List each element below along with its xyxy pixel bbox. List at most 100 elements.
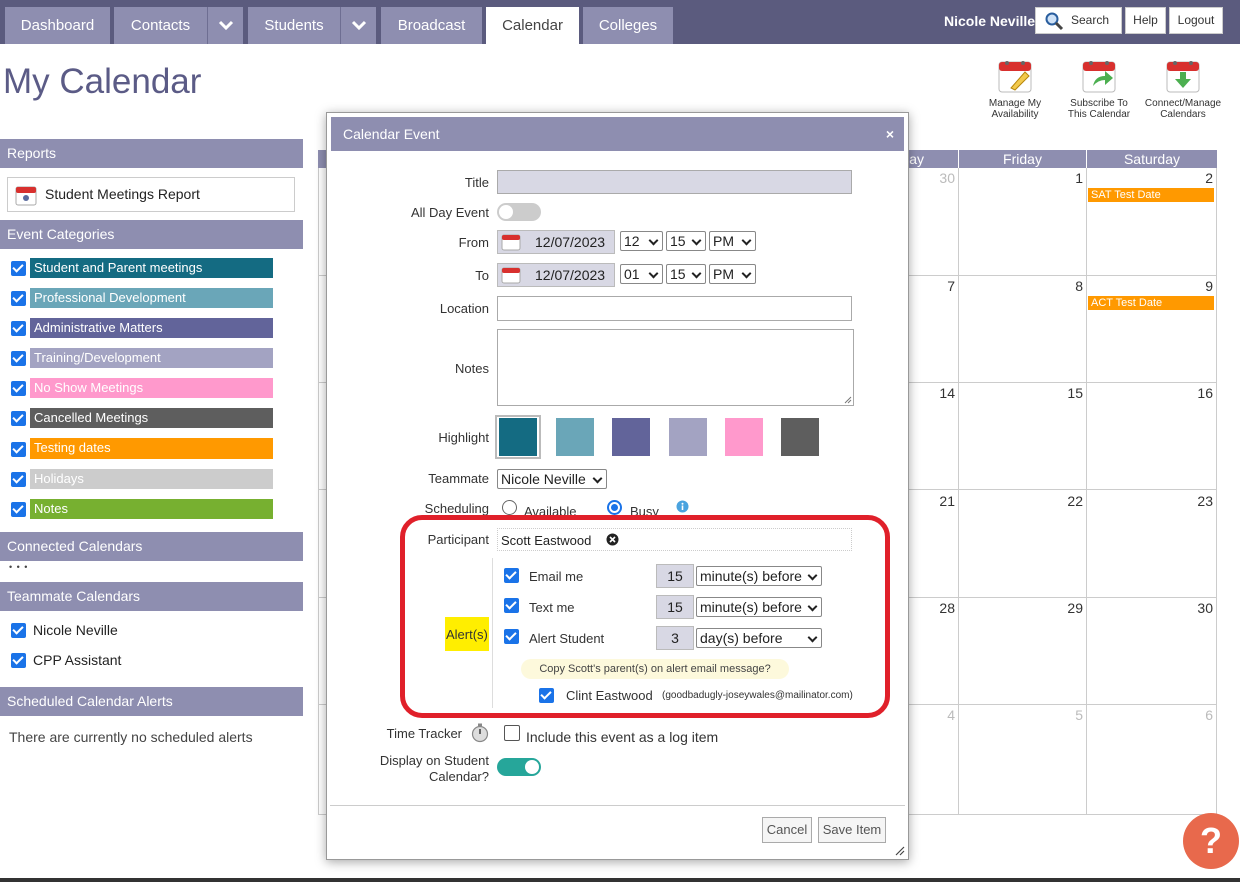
highlight-swatch-indigo[interactable]	[612, 418, 650, 456]
close-icon[interactable]: ×	[886, 117, 894, 151]
teammate-checkbox[interactable]	[11, 653, 26, 668]
tab-broadcast[interactable]: Broadcast	[381, 7, 482, 44]
day-number[interactable]: 1	[1053, 170, 1083, 186]
manage-availability-button[interactable]: Manage My Availability	[975, 58, 1055, 120]
student-meetings-report-link[interactable]: Student Meetings Report	[7, 177, 295, 212]
category-label: Professional Development	[30, 288, 273, 308]
available-radio[interactable]	[502, 500, 517, 515]
students-dropdown-button[interactable]	[340, 7, 376, 44]
search-label: Search	[1071, 13, 1110, 27]
subscribe-label-2: This Calendar	[1067, 109, 1131, 120]
display-student-calendar-toggle[interactable]	[497, 758, 541, 776]
tab-colleges[interactable]: Colleges	[583, 7, 673, 44]
category-checkbox[interactable]	[11, 321, 26, 336]
calendar-icon	[501, 233, 521, 257]
to-label: To	[475, 268, 489, 283]
tab-dashboard[interactable]: Dashboard	[5, 7, 110, 44]
teammate-checkbox[interactable]	[11, 623, 26, 638]
contacts-dropdown-button[interactable]	[207, 7, 243, 44]
chevron-down-icon	[218, 20, 234, 30]
connect-label-2: Calendars	[1160, 109, 1206, 120]
day-number[interactable]: 2	[1183, 170, 1213, 186]
from-hour-select[interactable]: 12	[620, 231, 663, 251]
day-number[interactable]: 30	[1183, 600, 1213, 616]
day-number[interactable]: 9	[1183, 278, 1213, 294]
to-date-input[interactable]: 12/07/2023	[497, 263, 615, 287]
day-number[interactable]: 23	[1183, 493, 1213, 509]
search-button[interactable]: Search	[1035, 7, 1122, 34]
connected-calendars-more[interactable]: • • •	[9, 562, 28, 572]
dialog-resize-icon[interactable]	[895, 846, 905, 856]
reports-header: Reports	[0, 139, 303, 168]
highlight-swatch-gray[interactable]	[781, 418, 819, 456]
info-icon[interactable]	[676, 500, 689, 513]
highlight-swatch-light-teal[interactable]	[556, 418, 594, 456]
location-input[interactable]	[497, 296, 852, 321]
time-tracker-checkbox[interactable]	[504, 725, 520, 741]
category-checkbox[interactable]	[11, 411, 26, 426]
help-button[interactable]: Help	[1125, 7, 1166, 34]
day-number[interactable]: 29	[1053, 600, 1083, 616]
busy-radio[interactable]	[607, 500, 622, 515]
to-ampm-select[interactable]: PM	[709, 264, 756, 284]
day-number[interactable]: 4	[925, 707, 955, 723]
day-number[interactable]: 21	[925, 493, 955, 509]
day-number[interactable]: 6	[1183, 707, 1213, 723]
highlight-swatch-lavender[interactable]	[669, 418, 707, 456]
highlight-swatch-teal[interactable]	[499, 418, 537, 456]
to-date-value: 12/07/2023	[535, 267, 606, 283]
cancel-button[interactable]: Cancel	[762, 817, 812, 843]
category-checkbox[interactable]	[11, 502, 26, 517]
to-hour-select[interactable]: 01	[620, 264, 663, 284]
day-number[interactable]: 16	[1183, 385, 1213, 401]
day-number[interactable]: 28	[925, 600, 955, 616]
category-checkbox[interactable]	[11, 291, 26, 306]
day-number[interactable]: 8	[1053, 278, 1083, 294]
time-tracker-label: Time Tracker	[386, 726, 462, 741]
subscribe-calendar-button[interactable]: Subscribe To This Calendar	[1059, 58, 1139, 120]
help-question-icon[interactable]: ?	[1183, 813, 1239, 869]
title-input[interactable]	[497, 170, 852, 194]
toggle-knob	[499, 205, 513, 219]
calendar-share-icon	[1081, 58, 1117, 94]
top-nav: Dashboard Contacts Students Broadcast Ca…	[0, 0, 1240, 44]
tab-students[interactable]: Students	[248, 7, 340, 44]
day-number[interactable]: 15	[1053, 385, 1083, 401]
calendar-report-icon	[15, 184, 37, 218]
category-checkbox[interactable]	[11, 381, 26, 396]
category-checkbox[interactable]	[11, 351, 26, 366]
current-user-name[interactable]: Nicole Neville	[944, 13, 1035, 29]
day-number[interactable]: 5	[1053, 707, 1083, 723]
calendar-download-icon	[1165, 58, 1201, 94]
tab-contacts[interactable]: Contacts	[114, 7, 207, 44]
grid-line	[1216, 168, 1217, 815]
category-checkbox[interactable]	[11, 472, 26, 487]
time-tracker-text: Include this event as a log item	[526, 729, 719, 745]
logout-button[interactable]: Logout	[1169, 7, 1223, 34]
category-checkbox[interactable]	[11, 261, 26, 276]
calendar-header-saturday: Saturday	[1087, 150, 1217, 168]
teammate-select[interactable]: Nicole Neville	[497, 469, 607, 489]
day-number[interactable]: 22	[1053, 493, 1083, 509]
from-minute-select[interactable]: 15	[666, 231, 706, 251]
category-checkbox[interactable]	[11, 442, 26, 457]
stopwatch-icon	[471, 723, 489, 743]
chevron-down-icon	[351, 20, 367, 30]
connect-manage-calendars-button[interactable]: Connect/Manage Calendars	[1143, 58, 1223, 120]
event-sat-test-date[interactable]: SAT Test Date	[1088, 188, 1214, 202]
resize-handle-icon[interactable]	[844, 396, 852, 404]
all-day-toggle[interactable]	[497, 203, 541, 221]
tab-calendar[interactable]: Calendar	[486, 7, 579, 44]
event-act-test-date[interactable]: ACT Test Date	[1088, 296, 1214, 310]
from-date-input[interactable]: 12/07/2023	[497, 230, 615, 254]
from-ampm-select[interactable]: PM	[709, 231, 756, 251]
notes-textarea[interactable]	[497, 329, 854, 406]
day-number[interactable]: 14	[925, 385, 955, 401]
highlight-swatch-pink[interactable]	[725, 418, 763, 456]
day-number[interactable]: 30	[925, 170, 955, 186]
to-minute-select[interactable]: 15	[666, 264, 706, 284]
save-item-button[interactable]: Save Item	[818, 817, 886, 843]
calendar-icon	[501, 266, 521, 290]
day-number[interactable]: 7	[925, 278, 955, 294]
manage-availability-label-1: Manage My	[988, 98, 1042, 109]
